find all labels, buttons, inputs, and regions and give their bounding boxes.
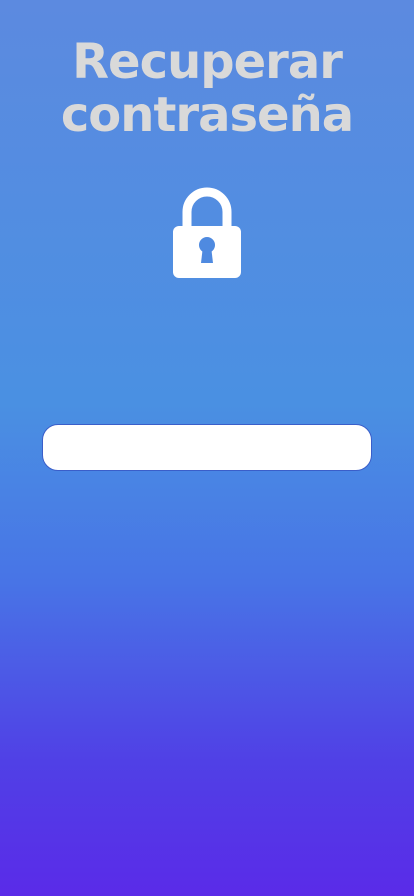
lock-icon xyxy=(173,187,241,278)
page-title-line-1: Recuperar xyxy=(72,34,343,90)
recover-password-screen: Recuperar contraseña xyxy=(0,0,414,896)
email-input[interactable] xyxy=(42,424,372,471)
page-title-line-2: contraseña xyxy=(60,87,354,143)
page-title: Recuperar contraseña xyxy=(0,36,414,142)
